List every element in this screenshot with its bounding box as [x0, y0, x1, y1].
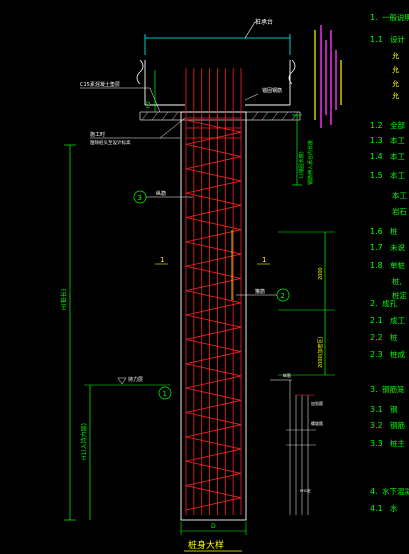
- pile-cap-label: 桩承台: [255, 18, 273, 26]
- note-number: 2.3: [370, 350, 383, 359]
- note-number: 3.2: [370, 421, 383, 430]
- note-text: 本工: [390, 135, 405, 145]
- dim-d-label: D: [211, 523, 216, 530]
- note-number: 1.5: [370, 171, 383, 180]
- c15-cushion-label: C15素混凝土垫层: [80, 81, 120, 88]
- note-number: 4.: [370, 487, 378, 496]
- note-number: 3.: [370, 385, 378, 394]
- note-number: 3.3: [370, 439, 383, 448]
- note-text: 本工: [390, 170, 405, 180]
- note-number: 1.3: [370, 136, 383, 145]
- rebar-cage: [185, 68, 242, 515]
- note-text: 全部: [390, 120, 405, 130]
- note-text: 允: [392, 51, 399, 60]
- note-text: 设计: [390, 34, 405, 44]
- note-text: 桩: [390, 226, 398, 236]
- note-text: 桩成: [390, 349, 405, 359]
- left-dimensions: H(桩长) H1(入持力层) 持力层 1 1: [60, 144, 270, 521]
- magenta-notes-strip: [314, 25, 342, 128]
- dim-2000-label: 2000: [318, 267, 324, 280]
- note-text: 钢筋笼: [382, 384, 405, 394]
- note-text: 允: [392, 79, 399, 88]
- note-text: 未说: [390, 242, 405, 252]
- note-number: 1.6: [370, 227, 383, 236]
- drawing-title: 桩身大样: [188, 539, 224, 551]
- longitudinal-bar-label: 纵筋: [156, 190, 166, 197]
- small-detail-label-3: 螺旋箍: [311, 420, 323, 426]
- note-number: 2.2: [370, 333, 383, 342]
- right-vertical-note: 钢筋伸入承台内长度: [307, 140, 314, 185]
- note-text: 成孔: [382, 298, 397, 308]
- note-text: 钢筋: [390, 420, 405, 430]
- small-detail-label-1: 纵筋: [283, 372, 291, 378]
- note-text: 水: [390, 503, 398, 513]
- pile-cap: 桩承台 C15素混凝土垫层 锚固钢筋 H2 施工时 凿除桩头至设计标高 L(锚固…: [80, 18, 314, 186]
- bearing-layer-label: 持力层: [128, 376, 143, 383]
- note-text: 成工: [390, 315, 405, 325]
- note-text: 钢: [390, 404, 398, 414]
- note-text: 本工: [390, 151, 405, 161]
- note-number: 2.1: [370, 316, 383, 325]
- note-number: 4.1: [370, 504, 383, 513]
- construction-note-2: 凿除桩头至设计标高: [90, 139, 131, 146]
- small-detail-label-2: 加劲箍: [311, 400, 323, 406]
- note-text: 本工: [392, 190, 407, 200]
- dim-2000-span-label: 2000(加密区): [317, 336, 324, 368]
- note-number: 1.2: [370, 121, 383, 130]
- h2-label: H2: [146, 101, 152, 108]
- pile-detail-drawing: 桩承台 C15素混凝土垫层 锚固钢筋 H2 施工时 凿除桩头至设计标高 L(锚固…: [60, 12, 409, 552]
- embed-length-label: H1(入持力层): [80, 423, 88, 460]
- note-text: 允: [392, 91, 399, 100]
- anchor-top-label: 锚固钢筋: [262, 87, 282, 94]
- note-number: 1.: [370, 13, 378, 22]
- construction-note-1: 施工时: [90, 131, 105, 138]
- left-vertical-note: L(锚固长度): [298, 151, 305, 178]
- note-text: 一般说明: [382, 12, 409, 22]
- note-text: 桩: [390, 332, 398, 342]
- note-number: 2.: [370, 299, 378, 308]
- marker-1: 1: [163, 390, 167, 398]
- pile-length-label: H(桩长): [60, 289, 68, 310]
- note-text: 水下混凝土: [382, 486, 409, 496]
- note-number: 1.1: [370, 35, 383, 44]
- note-text: 允: [392, 65, 399, 74]
- note-number: 3.1: [370, 405, 383, 414]
- note-text: 桩,: [392, 276, 402, 286]
- note-number: 1.8: [370, 261, 383, 270]
- note-number: 1.7: [370, 243, 383, 252]
- section-mark-left: 1: [160, 256, 164, 264]
- small-pile-detail: 纵筋 加劲箍 螺旋箍 PHC桩: [270, 372, 323, 515]
- right-dimensions: 2000 2000(加密区): [278, 231, 335, 376]
- marker-2: 2: [281, 292, 285, 300]
- spiral-hoop-label: 箍筋: [255, 288, 265, 295]
- notes-column: 1. 一般说明1.1 设计允允允允1.2 全部1.3 本工1.4 本工1.5 本工本工岩石1…: [370, 12, 409, 513]
- note-text: 岩石: [392, 206, 407, 216]
- marker-3: 3: [138, 194, 142, 202]
- note-text: 单桩: [390, 260, 405, 270]
- callout-markers: 3 纵筋 2 箍筋 1: [133, 190, 290, 400]
- note-text: 桩主: [390, 438, 405, 448]
- section-mark-right: 1: [262, 256, 266, 264]
- note-number: 1.4: [370, 152, 383, 161]
- small-detail-label-4: PHC桩: [300, 488, 311, 493]
- bottom-dimension: D 桩身大样: [180, 522, 247, 552]
